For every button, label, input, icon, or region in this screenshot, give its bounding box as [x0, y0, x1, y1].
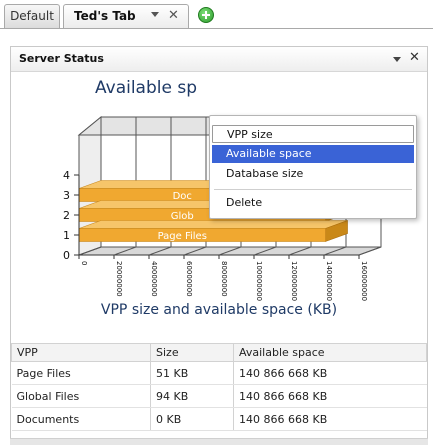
- table-row: Page Files 51 KB 140 866 668 KB: [11, 361, 427, 385]
- column-header-size[interactable]: Size: [150, 343, 234, 362]
- cell-size: 51 KB: [150, 361, 234, 385]
- gadget-header: Server Status ✕: [11, 47, 427, 72]
- bar-top: [78, 220, 348, 229]
- table-row: Documents 0 KB 140 866 668 KB: [11, 407, 427, 431]
- menu-item-delete[interactable]: Delete: [212, 194, 414, 212]
- column-header-vpp[interactable]: VPP: [11, 343, 151, 362]
- close-icon[interactable]: ✕: [168, 5, 179, 27]
- menu-item-database-size[interactable]: Database size: [212, 165, 414, 183]
- y-tick-label: 1: [63, 229, 70, 242]
- gadget-title: Server Status: [19, 52, 104, 65]
- y-tick-label: 3: [63, 189, 70, 202]
- chart-subtitle: VPP size and available space (KB): [100, 302, 338, 318]
- tab-default[interactable]: Default: [4, 4, 60, 28]
- x-tick-label: 40000000: [150, 261, 158, 297]
- cell-available: 140 866 668 KB: [233, 361, 427, 385]
- cell-vpp: Page Files: [11, 361, 151, 385]
- y-tick-label: 0: [63, 249, 70, 262]
- chevron-down-icon[interactable]: [151, 12, 159, 17]
- chart-options-menu: VPP size Available space Database size D…: [209, 115, 417, 219]
- x-tick-label: 80000000: [220, 261, 228, 297]
- menu-item-available-space[interactable]: Available space: [212, 145, 414, 163]
- cell-vpp: Documents: [11, 407, 151, 431]
- tab-bar: Default Ted's Tab ✕: [0, 0, 433, 30]
- x-tick-label: 160000000: [360, 261, 368, 301]
- tab-label: Ted's Tab: [74, 9, 136, 23]
- x-tick-label: 100000000: [255, 261, 263, 301]
- tab-teds-tab[interactable]: Ted's Tab ✕: [63, 4, 189, 28]
- x-tick-label: 60000000: [185, 261, 193, 297]
- table-row: Global Files 94 KB 140 866 668 KB: [11, 384, 427, 408]
- y-tick-label: 2: [63, 209, 70, 222]
- add-tab-icon[interactable]: [198, 7, 214, 23]
- cell-available: 140 866 668 KB: [233, 407, 427, 431]
- menu-item-vpp-size[interactable]: VPP size: [212, 125, 414, 143]
- vpp-table: VPP Size Available space Page Files 51 K…: [11, 343, 427, 431]
- x-tick-label: 140000000: [325, 261, 333, 301]
- cell-available: 140 866 668 KB: [233, 384, 427, 408]
- tab-divider: [0, 28, 433, 29]
- y-tick-label: 4: [63, 169, 70, 182]
- cell-vpp: Global Files: [11, 384, 151, 408]
- cell-size: 94 KB: [150, 384, 234, 408]
- menu-separator: [214, 189, 412, 190]
- cell-size: 0 KB: [150, 407, 234, 431]
- bar-label: Page Files: [158, 231, 207, 242]
- x-tick-label: 0: [80, 261, 88, 265]
- column-header-available[interactable]: Available space: [233, 343, 427, 362]
- gadget-close-icon[interactable]: ✕: [409, 50, 420, 65]
- chart-title: Available sp: [95, 78, 197, 98]
- server-status-gadget: Server Status ✕ Available sp Doc Glob Page…: [10, 46, 428, 440]
- x-tick-label: 20000000: [115, 261, 123, 297]
- horizontal-scrollbar[interactable]: [10, 438, 428, 445]
- gadget-menu-chevron-icon[interactable]: [393, 57, 401, 62]
- x-tick-label: 120000000: [290, 261, 298, 301]
- table-header-row: VPP Size Available space: [11, 343, 427, 362]
